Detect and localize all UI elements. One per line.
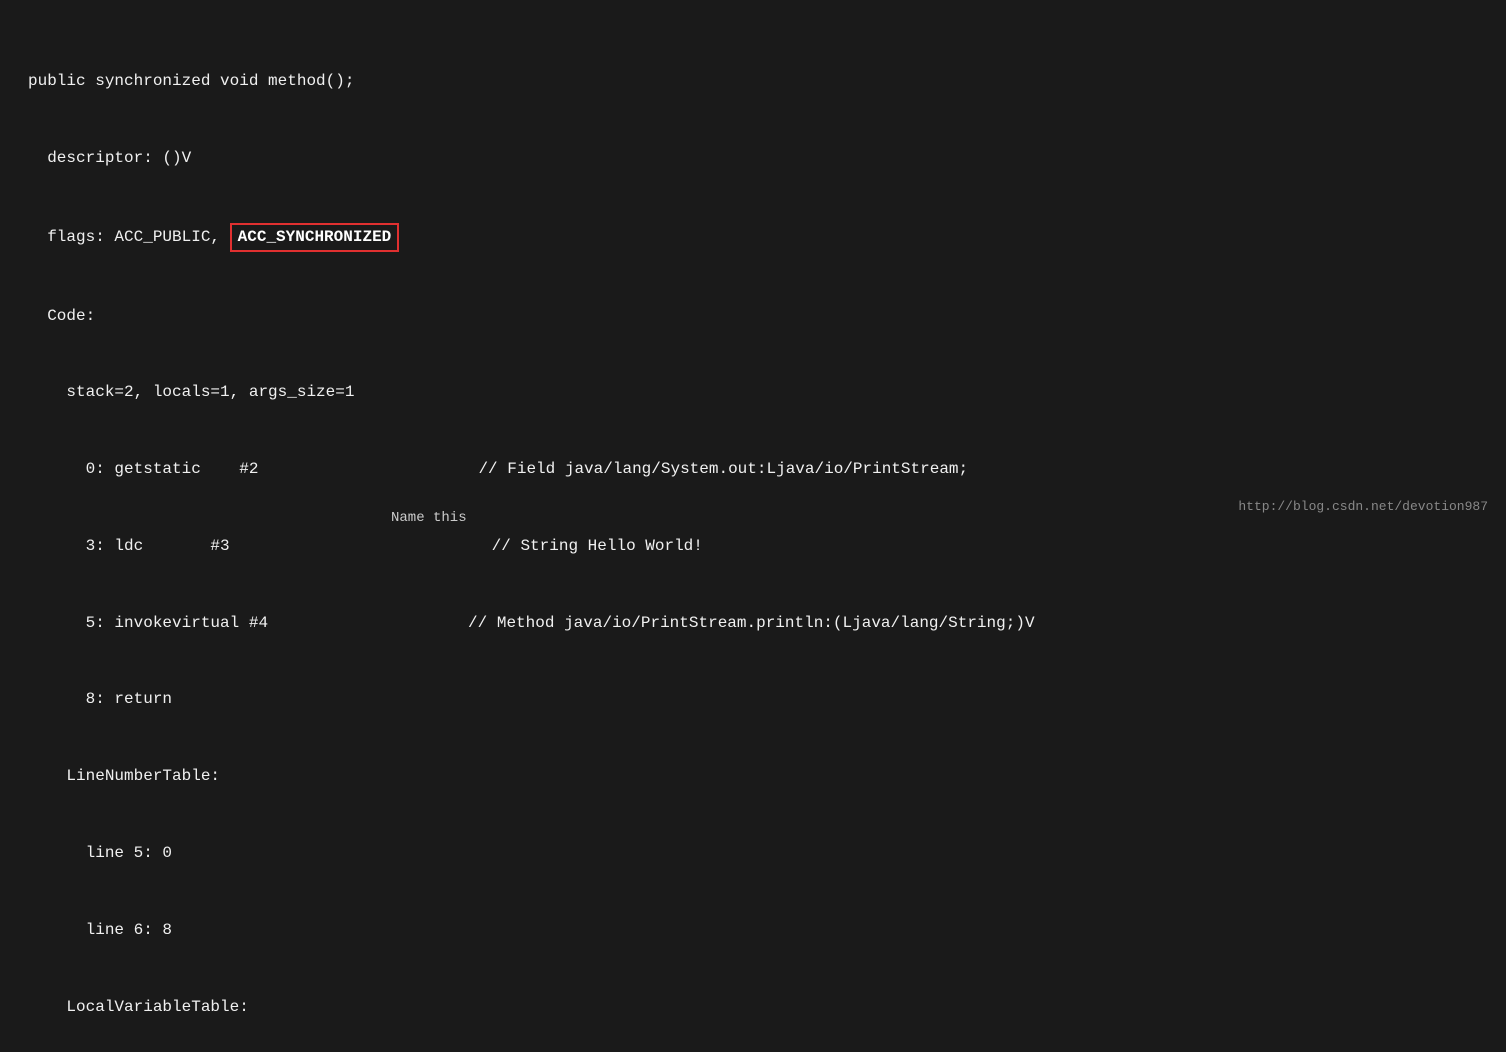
line7-ref: #3 — [143, 534, 229, 560]
line12-text: line 6: 8 — [28, 918, 172, 944]
code-line-7: 3: ldc #3 // String Hello World! — [28, 534, 1478, 560]
line8-num: 5: invokevirtual — [28, 611, 239, 637]
code-line-8: 5: invokevirtual #4 // Method java/io/Pr… — [28, 611, 1478, 637]
code-line-12: line 6: 8 — [28, 918, 1478, 944]
line6-comment: // Field java/lang/System.out:Ljava/io/P… — [478, 457, 968, 483]
code-display: public synchronized void method(); descr… — [28, 18, 1478, 1052]
line7-comment: // String Hello World! — [492, 534, 703, 560]
code-line-10: LineNumberTable: — [28, 764, 1478, 790]
line1-text: public synchronized void method(); — [28, 69, 354, 95]
acc-synchronized-highlight: ACC_SYNCHRONIZED — [230, 223, 400, 253]
line6-num: 0: getstatic — [28, 457, 201, 483]
line2-text: descriptor: ()V — [28, 146, 191, 172]
code-line-11: line 5: 0 — [28, 841, 1478, 867]
line5-text: stack=2, locals=1, args_size=1 — [28, 380, 354, 406]
code-line-5: stack=2, locals=1, args_size=1 — [28, 380, 1478, 406]
code-line-9: 8: return — [28, 687, 1478, 713]
line3-prefix: flags: ACC_PUBLIC, — [28, 225, 230, 251]
line8-comment: // Method java/io/PrintStream.println:(L… — [468, 611, 1035, 637]
line9-text: 8: return — [28, 687, 172, 713]
code-line-1: public synchronized void method(); — [28, 69, 1478, 95]
code-line-13: LocalVariableTable: — [28, 995, 1478, 1021]
code-line-4: Code: — [28, 304, 1478, 330]
watermark: http://blog.csdn.net/devotion987 — [1238, 499, 1488, 514]
line7-num: 3: ldc — [28, 534, 143, 560]
line13-text: LocalVariableTable: — [28, 995, 249, 1021]
line10-text: LineNumberTable: — [28, 764, 220, 790]
name-this-label: Name this — [391, 510, 467, 526]
line8-ref: #4 — [239, 611, 268, 637]
line4-text: Code: — [28, 304, 95, 330]
line11-text: line 5: 0 — [28, 841, 172, 867]
code-line-3: flags: ACC_PUBLIC, ACC_SYNCHRONIZED — [28, 223, 1478, 253]
code-line-2: descriptor: ()V — [28, 146, 1478, 172]
line6-ref: #2 — [201, 457, 259, 483]
code-line-6: 0: getstatic #2 // Field java/lang/Syste… — [28, 457, 1478, 483]
